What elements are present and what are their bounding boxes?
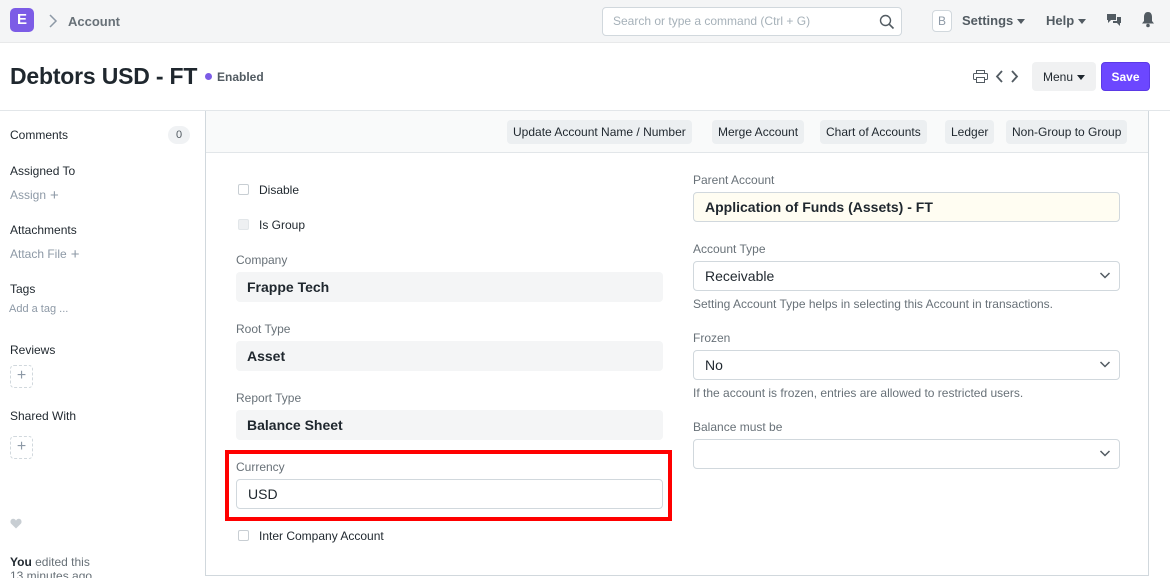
attachments-label: Attachments	[10, 223, 77, 237]
status-dot-icon	[205, 73, 212, 80]
account-type-label: Account Type	[693, 242, 766, 256]
frozen-value: No	[705, 357, 723, 373]
balance-must-be-label: Balance must be	[693, 420, 783, 434]
parent-account-label: Parent Account	[693, 173, 775, 187]
chevron-right-icon[interactable]	[1010, 70, 1019, 83]
activity-entry: You edited this 13 minutes ago	[10, 555, 92, 578]
root-type-value: Asset	[236, 341, 663, 371]
activity-text: edited this	[35, 555, 90, 569]
assign-label: Assign	[10, 188, 47, 202]
chevron-down-icon	[1099, 272, 1111, 279]
comments-count-badge: 0	[168, 126, 190, 144]
frozen-help: If the account is frozen, entries are al…	[693, 386, 1024, 400]
user-avatar[interactable]: B	[932, 10, 952, 32]
inter-company-checkbox[interactable]: Inter Company Account	[238, 529, 384, 543]
page-title: Debtors USD - FT	[10, 63, 198, 89]
inter-company-label: Inter Company Account	[259, 529, 384, 543]
plus-icon: +	[16, 367, 27, 384]
heart-icon[interactable]	[10, 518, 22, 529]
comments-label: Comments	[10, 128, 69, 142]
checkbox-icon	[238, 219, 249, 230]
caret-down-icon	[1077, 74, 1086, 80]
checkbox-icon[interactable]	[238, 530, 249, 541]
chevron-down-icon	[1099, 361, 1111, 368]
chevron-right-icon	[49, 14, 58, 28]
menu-button[interactable]: Menu	[1032, 62, 1096, 91]
help-label: Help	[1046, 13, 1075, 28]
assign-link[interactable]: Assign +	[10, 187, 59, 204]
settings-dropdown[interactable]: Settings	[962, 13, 1026, 28]
chart-of-accounts-button[interactable]: Chart of Accounts	[820, 120, 927, 144]
search-input[interactable]	[613, 14, 873, 28]
ledger-button[interactable]: Ledger	[945, 120, 995, 144]
add-tag-link[interactable]: Add a tag ...	[9, 303, 68, 315]
navbar: E Account B Settings Help	[0, 0, 1170, 43]
reviews-label: Reviews	[10, 343, 56, 357]
print-icon[interactable]	[973, 70, 988, 83]
add-review-button[interactable]: +	[10, 365, 33, 388]
checkbox-icon[interactable]	[238, 184, 249, 195]
is-group-label: Is Group	[259, 218, 306, 232]
is-group-checkbox: Is Group	[238, 218, 305, 232]
frozen-select[interactable]: No	[693, 350, 1120, 380]
help-dropdown[interactable]: Help	[1046, 13, 1087, 28]
parent-account-input[interactable]: Application of Funds (Assets) - FT	[693, 192, 1120, 222]
frozen-label: Frozen	[693, 331, 731, 345]
chevron-left-icon[interactable]	[995, 70, 1004, 83]
search-icon[interactable]	[879, 14, 895, 30]
activity-user: You	[10, 555, 32, 569]
shared-with-label: Shared With	[10, 409, 77, 423]
account-type-value: Receivable	[705, 268, 775, 284]
status-indicator: Enabled	[205, 70, 264, 84]
report-type-value: Balance Sheet	[236, 410, 663, 440]
plus-icon: +	[16, 438, 27, 455]
bell-icon[interactable]	[1141, 11, 1155, 28]
disable-label: Disable	[259, 183, 300, 197]
attach-file-label: Attach File	[10, 247, 67, 261]
activity-time: 13 minutes ago	[10, 569, 93, 578]
add-share-button[interactable]: +	[10, 436, 33, 459]
chat-icon[interactable]	[1106, 12, 1122, 28]
settings-label: Settings	[962, 13, 1014, 28]
company-value: Frappe Tech	[236, 272, 663, 302]
search-bar[interactable]	[602, 7, 902, 36]
status-label: Enabled	[217, 70, 264, 84]
plus-icon: +	[70, 246, 80, 263]
attach-file-link[interactable]: Attach File +	[10, 246, 79, 263]
currency-highlight-box	[225, 450, 672, 521]
form-toolbar: Update Account Name / Number Merge Accou…	[206, 111, 1148, 153]
balance-must-be-select[interactable]	[693, 439, 1120, 469]
update-account-name-button[interactable]: Update Account Name / Number	[507, 120, 692, 144]
company-label: Company	[236, 253, 288, 267]
breadcrumb-account[interactable]: Account	[68, 14, 120, 29]
plus-icon: +	[50, 187, 59, 204]
assigned-to-label: Assigned To	[10, 164, 76, 178]
caret-down-icon	[1017, 19, 1026, 25]
non-group-to-group-button[interactable]: Non-Group to Group	[1006, 120, 1128, 144]
disable-checkbox[interactable]: Disable	[238, 183, 299, 197]
save-button[interactable]: Save	[1101, 62, 1150, 91]
app-logo[interactable]: E	[10, 8, 34, 32]
chevron-down-icon	[1099, 450, 1111, 457]
account-type-select[interactable]: Receivable	[693, 261, 1120, 291]
merge-account-button[interactable]: Merge Account	[712, 120, 805, 144]
report-type-label: Report Type	[236, 391, 302, 405]
caret-down-icon	[1078, 19, 1087, 25]
menu-label: Menu	[1042, 69, 1074, 84]
root-type-label: Root Type	[236, 322, 291, 336]
account-type-help: Setting Account Type helps in selecting …	[693, 297, 1053, 311]
tags-label: Tags	[10, 282, 36, 296]
